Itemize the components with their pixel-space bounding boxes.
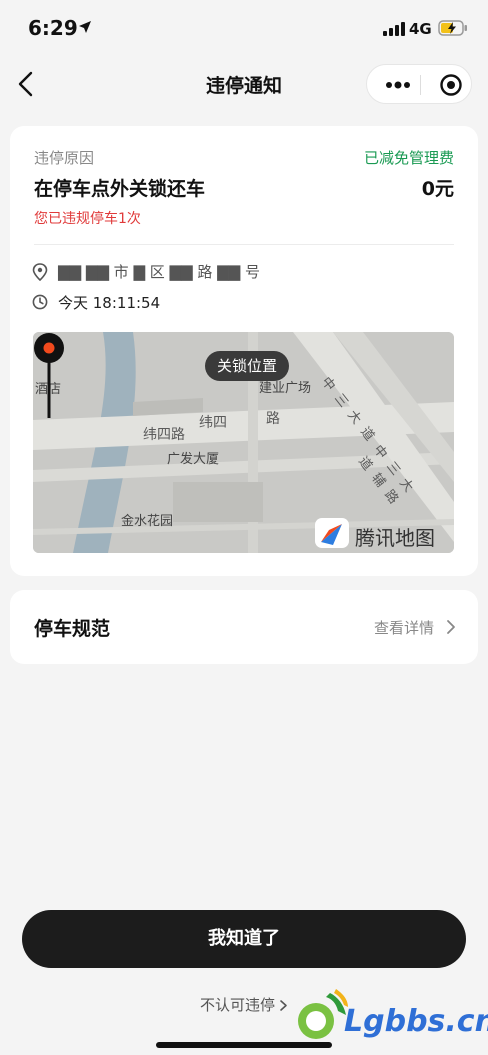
signal-icon	[383, 22, 405, 36]
map-road-label: 纬四路	[143, 427, 185, 443]
reason-label: 违停原因	[34, 149, 95, 167]
map-view[interactable]: 纬四路 纬四 路 中 三 大 道 中 三 大 道 辅 路 建业广场 广发大厦 金…	[33, 332, 454, 553]
map-provider-name: 腾讯地图	[355, 526, 435, 550]
fee-amount: 0元	[421, 178, 454, 200]
watermark-text: Lgbbs.cn	[344, 1004, 488, 1039]
status-bar: 6:29 4G	[0, 0, 488, 58]
map-poi-label: 广发大厦	[167, 452, 220, 467]
tencent-map-logo-icon	[315, 518, 349, 548]
location-arrow-icon	[79, 21, 91, 33]
violation-time: 今天 18:11:54	[58, 294, 161, 312]
dispute-label: 不认可违停	[199, 996, 275, 1014]
lock-location-bubble: 关锁位置	[205, 351, 290, 381]
watermark-logo-icon	[298, 989, 348, 1039]
violation-count-warning: 您已违规停车1次	[34, 211, 141, 227]
map-poi-label: 金水花园	[121, 514, 174, 529]
location-pin-icon	[32, 263, 48, 281]
nav-bar: 违停通知	[0, 58, 488, 110]
close-mini-program-icon[interactable]	[439, 73, 463, 97]
parking-rules-title: 停车规范	[34, 618, 111, 640]
status-time: 6:29	[28, 16, 78, 40]
card-divider	[34, 244, 454, 245]
mini-program-capsule	[366, 64, 472, 104]
network-type: 4G	[409, 20, 432, 38]
map-road-label: 纬四	[199, 415, 227, 431]
more-icon[interactable]	[385, 79, 411, 91]
battery-charging-icon	[438, 20, 467, 36]
lock-location-pin-icon	[34, 333, 64, 418]
chevron-right-icon	[447, 620, 455, 634]
fee-status: 已减免管理费	[363, 149, 454, 167]
map-road-label: 路	[266, 411, 280, 427]
violation-card: 违停原因 已减免管理费 在停车点外关锁还车 0元 您已违规停车1次 ▇▇ ▇▇ …	[10, 126, 478, 576]
capsule-divider	[420, 75, 421, 95]
chevron-right-icon	[280, 1000, 287, 1011]
clock-icon	[32, 294, 48, 310]
violation-address: ▇▇ ▇▇ 市 ▇ 区 ▇▇ 路 ▇▇ 号	[58, 263, 260, 281]
view-details-link[interactable]: 查看详情	[374, 617, 434, 638]
parking-rules-card[interactable]: 停车规范 查看详情	[10, 590, 478, 664]
acknowledge-button[interactable]: 我知道了	[22, 910, 466, 968]
violation-reason: 在停车点外关锁还车	[34, 178, 206, 200]
home-indicator	[156, 1042, 332, 1048]
